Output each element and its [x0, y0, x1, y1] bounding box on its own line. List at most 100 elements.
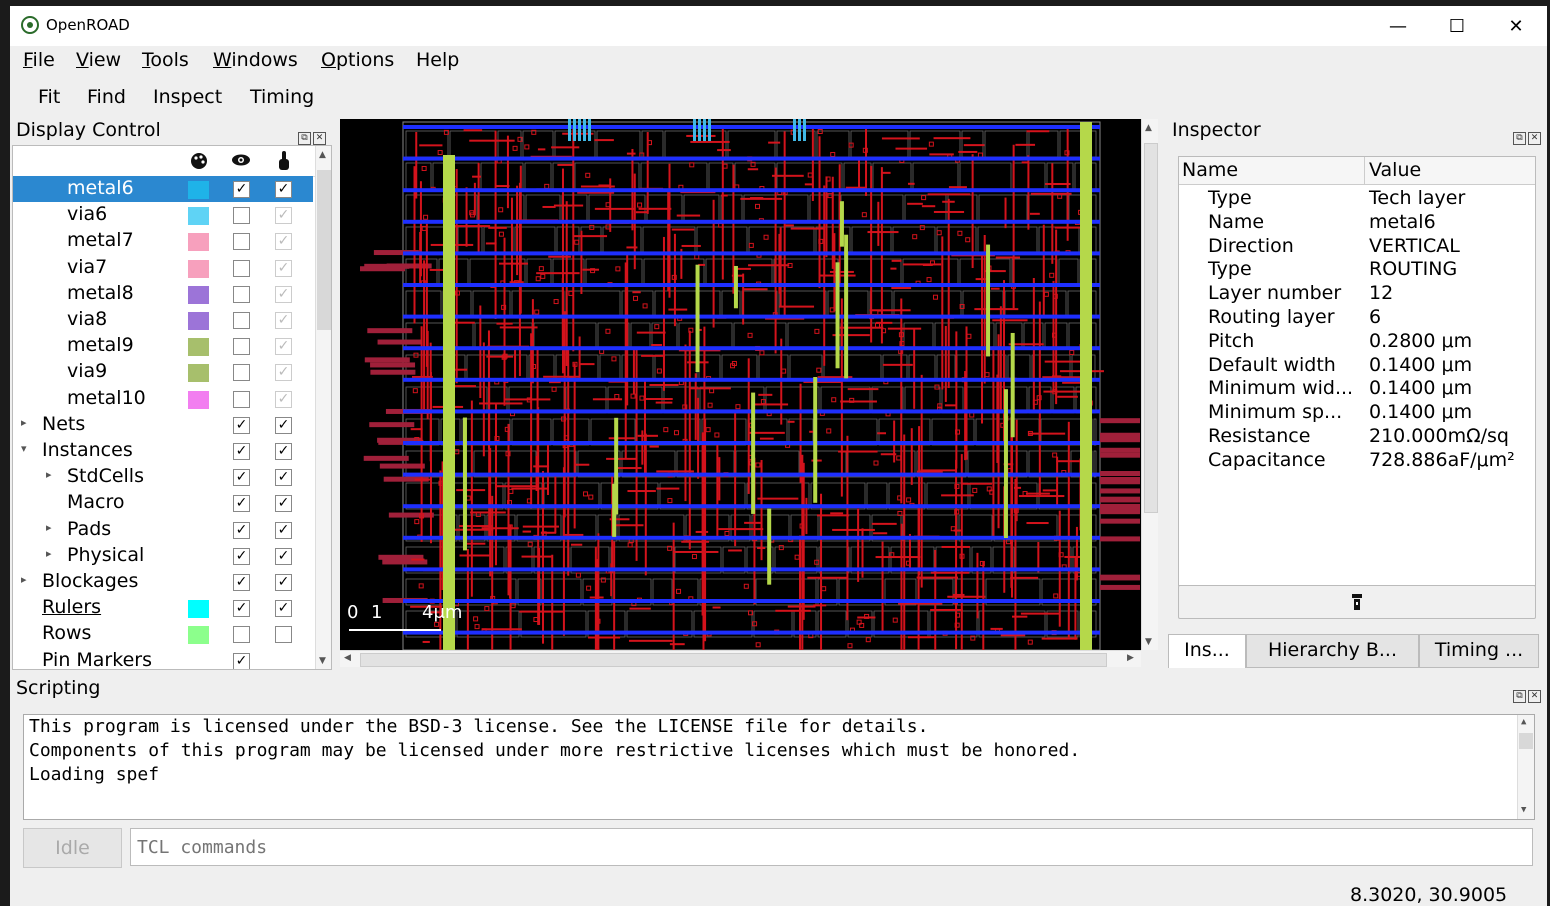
inspector-row[interactable]: Direction VERTICAL [1179, 235, 1535, 259]
minimize-button[interactable]: — [1375, 12, 1421, 42]
selectable-checkbox[interactable]: ✓ [275, 521, 292, 539]
timing-button[interactable]: Timing [250, 86, 314, 108]
float-icon[interactable]: ⧉ [298, 132, 311, 145]
layer-row-rulers[interactable]: Rulers ✓ ✓ [13, 595, 313, 621]
inspector-row[interactable]: Routing layer 6 [1179, 306, 1535, 330]
script-output[interactable]: This program is licensed under the BSD-3… [23, 714, 1535, 820]
scroll-up-icon[interactable]: ▲ [1521, 717, 1526, 727]
inspector-row[interactable]: Minimum wid... 0.1400 μm [1179, 377, 1535, 401]
scroll-up-icon[interactable]: ▲ [1145, 123, 1152, 133]
layer-row-instances[interactable]: ▾ Instances ✓ ✓ [13, 438, 313, 464]
layer-row-stdcells[interactable]: ▸ StdCells ✓ ✓ [13, 464, 313, 490]
collapsed-arrow-icon[interactable]: ▸ [46, 468, 52, 481]
layout-canvas[interactable]: 0 1 4μm [340, 119, 1141, 650]
scroll-thumb[interactable] [1519, 733, 1533, 749]
selectable-checkbox[interactable]: ✓ [275, 600, 292, 618]
layer-row-via8[interactable]: via8 ✓ [13, 307, 313, 333]
menu-tools[interactable]: Tools [142, 49, 189, 71]
collapsed-arrow-icon[interactable]: ▸ [46, 547, 52, 560]
color-swatch[interactable] [188, 626, 209, 645]
layer-row-via7[interactable]: via7 ✓ [13, 255, 313, 281]
dock-close-icon[interactable]: ✕ [1528, 132, 1541, 145]
selectable-checkbox[interactable]: ✓ [275, 364, 292, 382]
visible-checkbox[interactable] [233, 285, 250, 303]
inspector-row[interactable]: Default width 0.1400 μm [1179, 354, 1535, 378]
float-icon[interactable]: ⧉ [1513, 690, 1526, 703]
inspector-row[interactable]: Name metal6 [1179, 211, 1535, 235]
inspector-action-button[interactable] [1178, 585, 1536, 619]
selectable-checkbox[interactable] [275, 626, 292, 644]
column-name-header[interactable]: Name [1182, 159, 1238, 181]
visible-checkbox[interactable]: ✓ [233, 469, 250, 487]
collapsed-arrow-icon[interactable]: ▸ [46, 521, 52, 534]
visible-checkbox[interactable]: ✓ [233, 443, 250, 460]
display-control-scrollbar[interactable]: ▲ ▼ [315, 146, 331, 669]
visible-checkbox[interactable] [233, 233, 250, 251]
tcl-command-input[interactable] [130, 828, 1533, 866]
color-swatch[interactable] [188, 259, 209, 278]
layout-hscroll[interactable]: ◀ ▶ [340, 650, 1141, 667]
selectable-checkbox[interactable]: ✓ [275, 416, 292, 434]
visible-checkbox[interactable]: ✓ [233, 416, 250, 434]
visible-checkbox[interactable] [233, 207, 250, 225]
scroll-down-icon[interactable]: ▼ [319, 656, 326, 666]
layer-row-blockages[interactable]: ▸ Blockages ✓ ✓ [13, 569, 313, 595]
layer-row-nets[interactable]: ▸ Nets ✓ ✓ [13, 412, 313, 438]
visible-checkbox[interactable]: ✓ [233, 181, 250, 198]
layout-drawing[interactable] [340, 119, 1141, 650]
visible-checkbox[interactable] [233, 338, 250, 356]
layer-row-rows[interactable]: Rows [13, 621, 313, 647]
dock-close-icon[interactable]: ✕ [313, 132, 326, 145]
visible-checkbox[interactable]: ✓ [233, 495, 250, 513]
selectable-checkbox[interactable]: ✓ [275, 574, 292, 591]
scroll-left-icon[interactable]: ◀ [344, 653, 351, 663]
color-swatch[interactable] [188, 390, 209, 409]
inspector-row[interactable]: Type Tech layer [1179, 187, 1535, 211]
layout-vscroll[interactable]: ▲ ▼ [1141, 119, 1158, 650]
close-button[interactable]: ✕ [1493, 12, 1539, 42]
scroll-down-icon[interactable]: ▼ [1521, 805, 1526, 815]
layer-row-metal6[interactable]: metal6 ✓ ✓ [13, 176, 313, 202]
selectable-checkbox[interactable]: ✓ [275, 495, 292, 513]
fit-button[interactable]: Fit [38, 86, 60, 108]
visible-checkbox[interactable] [233, 626, 250, 644]
visible-checkbox[interactable]: ✓ [233, 521, 250, 539]
visible-checkbox[interactable]: ✓ [233, 600, 250, 618]
tab-timing[interactable]: Timing ... [1419, 634, 1539, 668]
scroll-thumb[interactable] [317, 170, 331, 330]
scroll-up-icon[interactable]: ▲ [319, 150, 326, 160]
tab-hierarchy-browser[interactable]: Hierarchy B... [1246, 634, 1419, 668]
color-swatch[interactable] [188, 338, 209, 357]
color-swatch[interactable] [188, 600, 209, 619]
layer-row-via9[interactable]: via9 ✓ [13, 359, 313, 385]
visible-checkbox[interactable]: ✓ [233, 547, 250, 565]
selectable-checkbox[interactable]: ✓ [275, 547, 292, 565]
visible-checkbox[interactable]: ✓ [233, 574, 250, 591]
layer-row-pads[interactable]: ▸ Pads ✓ ✓ [13, 517, 313, 543]
inspector-row[interactable]: Minimum sp... 0.1400 μm [1179, 401, 1535, 425]
dock-close-icon[interactable]: ✕ [1528, 690, 1541, 703]
inspector-row[interactable]: Resistance 210.000mΩ/sq [1179, 425, 1535, 449]
layer-row-macro[interactable]: Macro ✓ ✓ [13, 490, 313, 516]
float-icon[interactable]: ⧉ [1513, 132, 1526, 145]
color-swatch[interactable] [188, 233, 209, 252]
script-output-scrollbar[interactable]: ▲ ▼ [1517, 715, 1534, 819]
layout-hscroll-thumb[interactable] [360, 653, 1107, 667]
scroll-right-icon[interactable]: ▶ [1127, 653, 1134, 663]
color-swatch[interactable] [188, 207, 209, 226]
menu-help[interactable]: Help [416, 49, 459, 71]
collapsed-arrow-icon[interactable]: ▸ [21, 573, 27, 586]
visible-checkbox[interactable]: ✓ [233, 652, 250, 669]
selectable-checkbox[interactable]: ✓ [275, 259, 292, 277]
column-value-header[interactable]: Value [1369, 159, 1421, 181]
selectable-checkbox[interactable]: ✓ [275, 233, 292, 251]
inspector-row[interactable]: Type ROUTING [1179, 258, 1535, 282]
layer-row-metal7[interactable]: metal7 ✓ [13, 228, 313, 254]
menu-view[interactable]: View [76, 49, 121, 71]
menu-file[interactable]: File [23, 49, 55, 71]
selectable-checkbox[interactable]: ✓ [275, 390, 292, 408]
menu-options[interactable]: Options [321, 49, 394, 71]
layer-row-metal10[interactable]: metal10 ✓ [13, 386, 313, 412]
expanded-arrow-icon[interactable]: ▾ [21, 442, 27, 455]
color-swatch[interactable] [188, 312, 209, 330]
